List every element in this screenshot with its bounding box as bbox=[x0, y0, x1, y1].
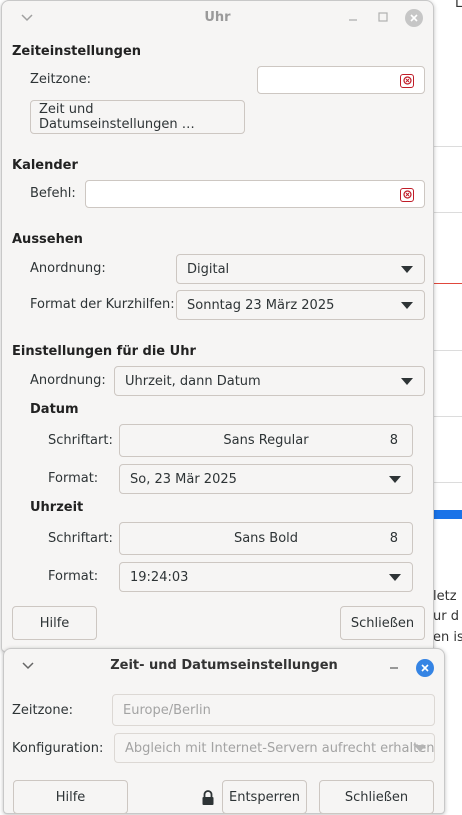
window-title: Uhr bbox=[204, 10, 231, 25]
help-button[interactable]: Hilfe bbox=[13, 780, 128, 814]
lock-icon bbox=[201, 790, 215, 806]
dropdown-arrow-icon bbox=[389, 476, 401, 483]
maximize-icon[interactable] bbox=[374, 9, 392, 27]
dropdown-arrow-icon bbox=[401, 302, 413, 309]
timezone-label: Zeitzone: bbox=[12, 703, 74, 718]
configuration-dropdown: Abgleich mit Internet-Servern aufrecht e… bbox=[114, 733, 435, 763]
layout-label: Anordnung: bbox=[30, 261, 106, 276]
background-text-line: letz bbox=[433, 589, 457, 604]
timezone-label: Zeitzone: bbox=[30, 72, 92, 87]
close-button[interactable]: Schließen bbox=[319, 780, 434, 814]
tooltip-format-dropdown[interactable]: Sonntag 23 März 2025 bbox=[176, 290, 425, 320]
time-format-label: Format: bbox=[48, 569, 99, 584]
close-button[interactable]: Schließen bbox=[340, 606, 425, 640]
background-divider bbox=[434, 212, 462, 213]
timezone-field: Europe/Berlin bbox=[112, 694, 435, 726]
time-format-dropdown[interactable]: 19:24:03 bbox=[119, 562, 413, 592]
dropdown-arrow-icon bbox=[401, 266, 413, 273]
background-divider bbox=[434, 283, 462, 284]
section-time-settings: Zeiteinstellungen bbox=[12, 44, 142, 59]
date-font-name: Sans Regular bbox=[223, 433, 309, 448]
close-icon[interactable] bbox=[405, 9, 423, 27]
dropdown-arrow-icon bbox=[401, 378, 413, 385]
date-format-value: So, 23 Mär 2025 bbox=[130, 471, 237, 487]
background-divider bbox=[434, 146, 462, 147]
titlebar: Uhr bbox=[2, 1, 433, 35]
section-date: Datum bbox=[30, 402, 79, 417]
background-text-line: en is bbox=[433, 630, 462, 645]
date-font-label: Schriftart: bbox=[48, 433, 113, 448]
section-time: Uhrzeit bbox=[30, 500, 84, 515]
dropdown-arrow-icon bbox=[389, 574, 401, 581]
minimize-icon[interactable] bbox=[385, 657, 403, 675]
section-clock-settings: Einstellungen für die Uhr bbox=[12, 344, 196, 359]
layout-dropdown[interactable]: Digital bbox=[176, 254, 425, 284]
background-text: L bbox=[455, 0, 462, 11]
titlebar: Zeit- und Datumseinstellungen bbox=[4, 649, 444, 683]
background-divider bbox=[434, 482, 462, 483]
clock-layout-value: Uhrzeit, dann Datum bbox=[125, 373, 261, 389]
date-format-dropdown[interactable]: So, 23 Mär 2025 bbox=[119, 464, 413, 494]
date-font-size: 8 bbox=[389, 433, 398, 448]
background-progress-bar bbox=[434, 510, 462, 519]
datetime-settings-window: Zeit- und Datumseinstellungen Zeitzone: … bbox=[3, 648, 445, 814]
clock-layout-dropdown[interactable]: Uhrzeit, dann Datum bbox=[114, 366, 425, 396]
tooltip-format-label: Format der Kurzhilfen: bbox=[30, 297, 175, 312]
unlock-button[interactable]: Entsperren bbox=[222, 780, 307, 814]
timezone-value: Europe/Berlin bbox=[123, 702, 211, 718]
section-appearance: Aussehen bbox=[12, 232, 83, 247]
command-input[interactable] bbox=[85, 180, 425, 208]
configuration-value: Abgleich mit Internet-Servern aufrecht e… bbox=[125, 740, 435, 756]
timezone-input[interactable] bbox=[257, 66, 425, 94]
clear-icon[interactable] bbox=[400, 74, 414, 88]
command-label: Befehl: bbox=[30, 186, 76, 201]
datetime-settings-button[interactable]: Zeit und Datumseinstellungen … bbox=[30, 100, 245, 134]
background-divider bbox=[434, 350, 462, 351]
background-text-line: ur d bbox=[433, 609, 459, 624]
background-divider bbox=[434, 416, 462, 417]
tooltip-format-value: Sonntag 23 März 2025 bbox=[187, 297, 335, 313]
dropdown-arrow-icon bbox=[414, 745, 426, 752]
window-title: Zeit- und Datumseinstellungen bbox=[110, 658, 338, 673]
time-font-name: Sans Bold bbox=[233, 531, 299, 546]
section-calendar: Kalender bbox=[12, 158, 78, 173]
clear-icon[interactable] bbox=[400, 188, 414, 202]
date-format-label: Format: bbox=[48, 471, 99, 486]
layout-value: Digital bbox=[187, 261, 230, 277]
clock-preferences-window: Uhr Zeiteinstellungen Zeitzone: Zeit und… bbox=[1, 0, 434, 652]
minimize-icon[interactable] bbox=[344, 9, 362, 27]
time-font-label: Schriftart: bbox=[48, 531, 113, 546]
time-format-value: 19:24:03 bbox=[130, 569, 189, 585]
date-font-button[interactable]: Sans Regular 8 bbox=[119, 424, 413, 457]
clock-layout-label: Anordnung: bbox=[30, 373, 106, 388]
time-font-button[interactable]: Sans Bold 8 bbox=[119, 522, 413, 555]
time-font-size: 8 bbox=[389, 531, 398, 546]
close-icon[interactable] bbox=[416, 659, 434, 677]
configuration-label: Konfiguration: bbox=[12, 741, 104, 756]
help-button[interactable]: Hilfe bbox=[12, 606, 97, 640]
